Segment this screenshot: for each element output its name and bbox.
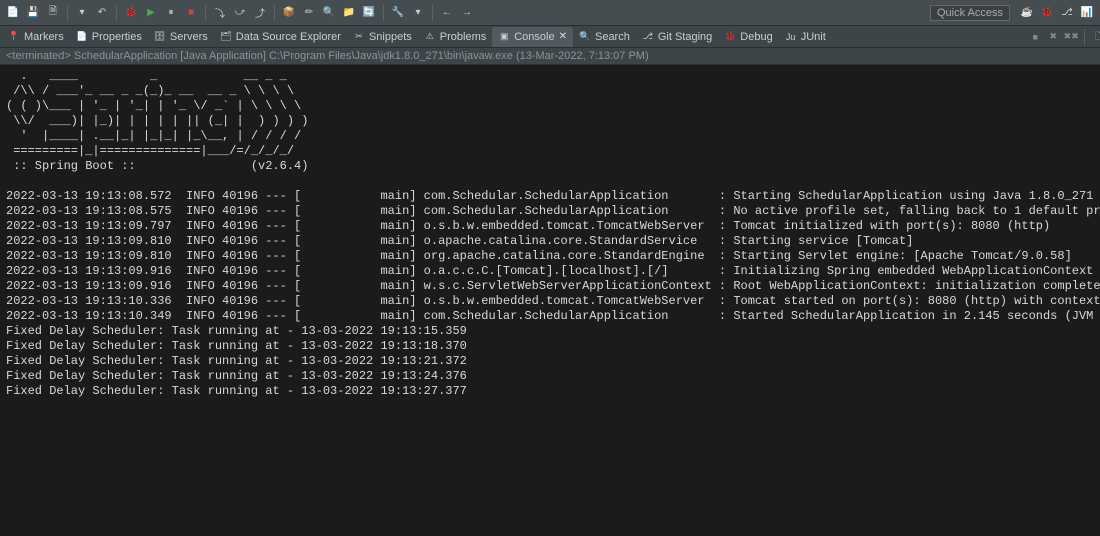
tab-label: Data Source Explorer [236,31,341,43]
package-icon[interactable]: 📦 [280,4,298,22]
tab-git-staging[interactable]: ⎇ Git Staging [636,27,718,47]
perspective-debug-icon[interactable]: 🐞 [1038,4,1056,22]
tool-icon[interactable]: 🔧 [389,4,407,22]
tab-label: Debug [740,31,772,43]
sync-icon[interactable]: 🔄 [360,4,378,22]
tab-problems[interactable]: ⚠ Problems [418,27,492,47]
tab-label: Search [595,31,630,43]
save-all-icon[interactable]: 🗎 [44,4,62,22]
tab-label: Servers [170,31,208,43]
new-icon[interactable]: 📄 [4,4,22,22]
tab-label: Git Staging [658,31,712,43]
debug-icon[interactable]: 🐞 [122,4,140,22]
tab-junit[interactable]: Ju JUnit [779,27,832,47]
tab-label: Snippets [369,31,412,43]
tab-search[interactable]: 🔍 Search [573,27,636,47]
debug-icon: 🐞 [724,31,736,43]
save-icon[interactable]: 💾 [24,4,42,22]
console-status-line: <terminated> SchedularApplication [Java … [0,48,1100,65]
main-toolbar: 📄 💾 🗎 ▾ ↶ 🐞 ▶ ⏸ ■ ⤵ ⤻ ⤴ 📦 ✏ 🔍 📁 🔄 🔧 ▾ ← … [0,0,1100,26]
wand-icon[interactable]: ✏ [300,4,318,22]
tab-servers[interactable]: 🗄 Servers [148,27,214,47]
terminate-icon[interactable]: ■ [1027,29,1043,45]
remove-all-icon[interactable]: ✖✖ [1063,29,1079,45]
console-toolbar: ■ ✖ ✖✖ 🗋 🔒 📌 ▣ ▾ ➕ — ▢ [1027,29,1100,45]
junit-icon: Ju [785,31,797,43]
separator [67,5,68,21]
tab-label: Markers [24,31,64,43]
separator [116,5,117,21]
markers-icon: 📍 [8,31,20,43]
separator [383,5,384,21]
pause-icon[interactable]: ⏸ [162,4,180,22]
tab-data-source-explorer[interactable]: 🗂 Data Source Explorer [214,27,347,47]
separator [205,5,206,21]
clear-console-icon[interactable]: 🗋 [1090,29,1100,45]
forward-icon[interactable]: → [458,4,476,22]
separator [1084,29,1085,45]
console-icon: ▣ [498,31,510,43]
quick-access-field[interactable]: Quick Access [930,5,1010,21]
properties-icon: 📄 [76,31,88,43]
tab-label: Problems [440,31,486,43]
undo-icon[interactable]: ↶ [93,4,111,22]
perspective-other-icon[interactable]: 📊 [1078,4,1096,22]
snippets-icon: ✂ [353,31,365,43]
tab-debug[interactable]: 🐞 Debug [718,27,778,47]
separator [274,5,275,21]
stop-icon[interactable]: ■ [182,4,200,22]
tab-label: Console [514,31,554,43]
dropdown-icon[interactable]: ▾ [409,4,427,22]
view-tabs-row: 📍 Markers 📄 Properties 🗄 Servers 🗂 Data Source … [0,26,1100,48]
servers-icon: 🗄 [154,31,166,43]
tab-properties[interactable]: 📄 Properties [70,27,148,47]
back-icon[interactable]: ← [438,4,456,22]
perspective-git-icon[interactable]: ⎇ [1058,4,1076,22]
tab-label: JUnit [801,31,826,43]
perspective-java-icon[interactable]: ☕ [1018,4,1036,22]
step-out-icon[interactable]: ⤴ [251,4,269,22]
folder-icon[interactable]: 📁 [340,4,358,22]
step-icon[interactable]: ⤵ [211,4,229,22]
search-icon: 🔍 [579,31,591,43]
problems-icon: ⚠ [424,31,436,43]
dropdown-icon[interactable]: ▾ [73,4,91,22]
data-source-explorer-icon: 🗂 [220,31,232,43]
tab-label: Properties [92,31,142,43]
git-staging-icon: ⎇ [642,31,654,43]
close-icon[interactable]: ✕ [559,31,567,42]
remove-launch-icon[interactable]: ✖ [1045,29,1061,45]
tab-console[interactable]: ▣ Console ✕ [492,27,573,47]
separator [432,5,433,21]
step-over-icon[interactable]: ⤻ [231,4,249,22]
search-icon[interactable]: 🔍 [320,4,338,22]
tab-snippets[interactable]: ✂ Snippets [347,27,418,47]
console-output[interactable]: . ____ _ __ _ _ /\\ / ___'_ __ _ _(_)_ _… [0,65,1100,536]
run-icon[interactable]: ▶ [142,4,160,22]
tab-markers[interactable]: 📍 Markers [2,27,70,47]
